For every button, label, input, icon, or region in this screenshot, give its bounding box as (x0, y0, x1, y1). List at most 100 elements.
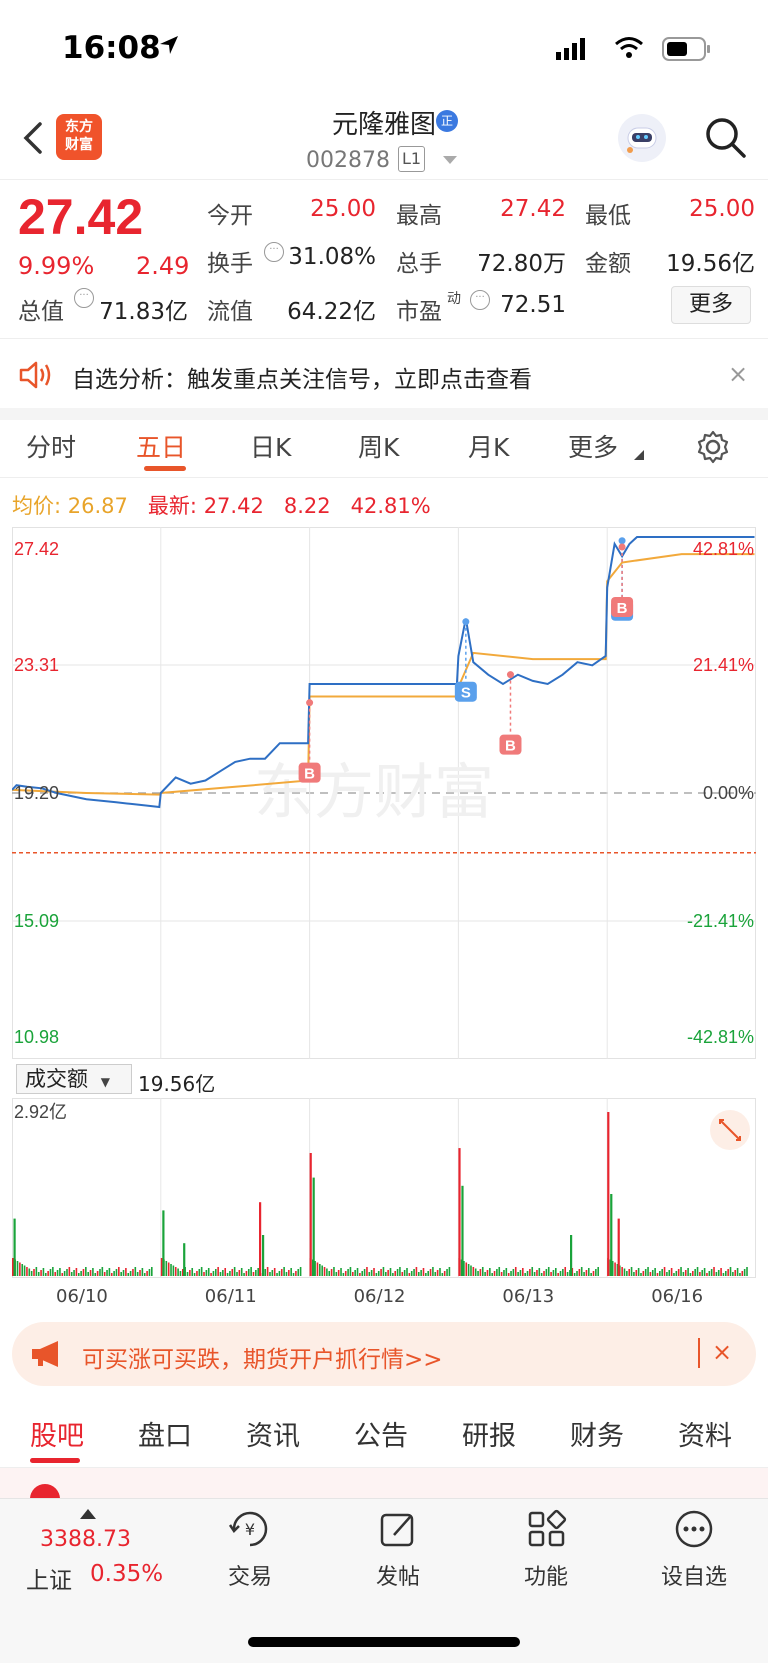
tab-forum[interactable]: 股吧 (30, 1414, 84, 1453)
nav-functions-label: 功能 (523, 1565, 568, 1590)
tab-announcements[interactable]: 公告 (354, 1414, 408, 1453)
volume-spike (607, 1112, 610, 1276)
volume-bar (170, 1264, 172, 1276)
volume-bar (510, 1271, 512, 1276)
amount-value: 19.56亿 (666, 251, 755, 277)
volume-bar (651, 1270, 654, 1276)
battery-icon (662, 37, 710, 61)
expand-up-icon[interactable] (80, 1509, 96, 1519)
info-dots-icon[interactable]: ··· (74, 288, 94, 308)
tab-daily-k[interactable]: 日K (250, 428, 291, 464)
nav-trade[interactable]: ¥ 交易 (190, 1509, 310, 1591)
volume-bar (113, 1271, 115, 1276)
x-axis-dates: 06/10 06/11 06/12 06/13 06/16 (12, 1282, 756, 1312)
status-bar: 16:08 (0, 0, 768, 100)
volume-bar (352, 1272, 354, 1276)
volume-bar (394, 1271, 397, 1276)
assistant-robot-icon[interactable] (618, 114, 666, 162)
volume-bar (547, 1267, 550, 1276)
y-tick-left: 23.31 (14, 655, 59, 675)
promo-close-button[interactable]: × (712, 1338, 732, 1366)
turnover-value: 31.08% (288, 244, 376, 270)
volume-bar (467, 1264, 470, 1276)
volume-bar (19, 1262, 21, 1276)
volume-bar (35, 1267, 38, 1276)
volume-bar (384, 1272, 387, 1276)
volume-bar (160, 1258, 163, 1276)
volume-metric-selector[interactable]: 成交额 ▼ (16, 1064, 132, 1094)
volume-bar (694, 1269, 696, 1276)
marker-dot (462, 618, 470, 626)
nav-trade-label: 交易 (227, 1565, 272, 1590)
tab-monthly-k[interactable]: 月K (468, 428, 509, 464)
code-dropdown-icon[interactable] (443, 156, 457, 164)
more-quote-button[interactable]: 更多 (671, 286, 751, 324)
verified-badge: 正 (436, 110, 458, 132)
tab-more[interactable]: 更多 (568, 428, 618, 464)
volume-bar (382, 1267, 385, 1276)
stock-code: 002878 (306, 148, 390, 173)
settings-gear-icon[interactable] (696, 430, 730, 464)
volume-bar (63, 1271, 66, 1276)
volume-bar (85, 1267, 87, 1276)
volume-bar (200, 1267, 203, 1276)
volume-bar (285, 1272, 288, 1276)
level-badge[interactable]: L1 (398, 146, 426, 172)
volume-bar (514, 1267, 517, 1276)
volume-bar (507, 1273, 510, 1276)
tab-intraday[interactable]: 分时 (26, 428, 76, 464)
volume-bar (578, 1269, 581, 1276)
volume-bar (408, 1273, 411, 1276)
volume-bar (644, 1269, 647, 1276)
tab-profile[interactable]: 资料 (678, 1414, 732, 1453)
volume-bar (349, 1267, 352, 1276)
volume-metric-label: 成交额 (25, 1067, 88, 1091)
volume-bar (236, 1272, 238, 1276)
five-day-price-chart[interactable]: 东方财富BSBSB27.4242.81%23.3121.41%19.200.00… (12, 527, 756, 1059)
volume-bar (132, 1269, 134, 1276)
volume-bar (330, 1269, 333, 1276)
tab-five-day[interactable]: 五日 (136, 428, 186, 464)
volume-bar (321, 1265, 323, 1276)
info-dots-icon[interactable]: ··· (470, 290, 490, 310)
alert-banner[interactable]: 自选分析：触发重点关注信号，立即点击查看 × (0, 340, 768, 410)
tab-research[interactable]: 研报 (462, 1414, 516, 1453)
nav-functions[interactable]: 功能 (486, 1509, 606, 1591)
nav-post[interactable]: 发帖 (338, 1509, 458, 1591)
tab-order-book[interactable]: 盘口 (138, 1414, 192, 1453)
more-dots-icon (675, 1510, 713, 1548)
volume-bar (434, 1272, 437, 1276)
latest-label: 最新: (147, 494, 197, 518)
volume-bar (186, 1272, 189, 1276)
volume-bar (344, 1271, 347, 1276)
volume-bar (340, 1268, 342, 1276)
compose-icon (380, 1513, 414, 1547)
search-icon[interactable] (702, 114, 748, 160)
promo-banner[interactable]: 可买涨可买跌，期货开户抓行情>> × (12, 1322, 756, 1386)
alert-close-button[interactable]: × (728, 360, 748, 388)
index-pct[interactable]: 0.35% (90, 1561, 163, 1587)
volume-bar (439, 1268, 441, 1276)
volume-bar (477, 1271, 479, 1276)
volume-chart[interactable]: 2.92亿 (12, 1098, 756, 1278)
volume-bar (725, 1271, 727, 1276)
index-value[interactable]: 3388.73 (40, 1527, 131, 1552)
volume-bar (703, 1268, 706, 1276)
y-tick-left: 19.20 (14, 783, 59, 803)
volume-bar (717, 1270, 720, 1276)
index-name[interactable]: 上证 (26, 1561, 72, 1595)
tab-weekly-k[interactable]: 周K (358, 428, 399, 464)
volume-bar (448, 1267, 451, 1276)
latest-change: 8.22 (283, 494, 331, 518)
volume-bar (80, 1271, 82, 1276)
volume-bar (729, 1267, 732, 1276)
volume-bar (229, 1271, 231, 1276)
y-tick-right: 42.81% (693, 539, 754, 559)
tab-news[interactable]: 资讯 (246, 1414, 300, 1453)
nav-add-watchlist[interactable]: 设自选 (634, 1509, 754, 1591)
volume-bar (205, 1270, 208, 1276)
low-label: 最低 (585, 203, 631, 229)
volume-bar (642, 1271, 645, 1276)
float-value-label: 流值 (207, 299, 253, 325)
tab-finance[interactable]: 财务 (570, 1414, 624, 1453)
